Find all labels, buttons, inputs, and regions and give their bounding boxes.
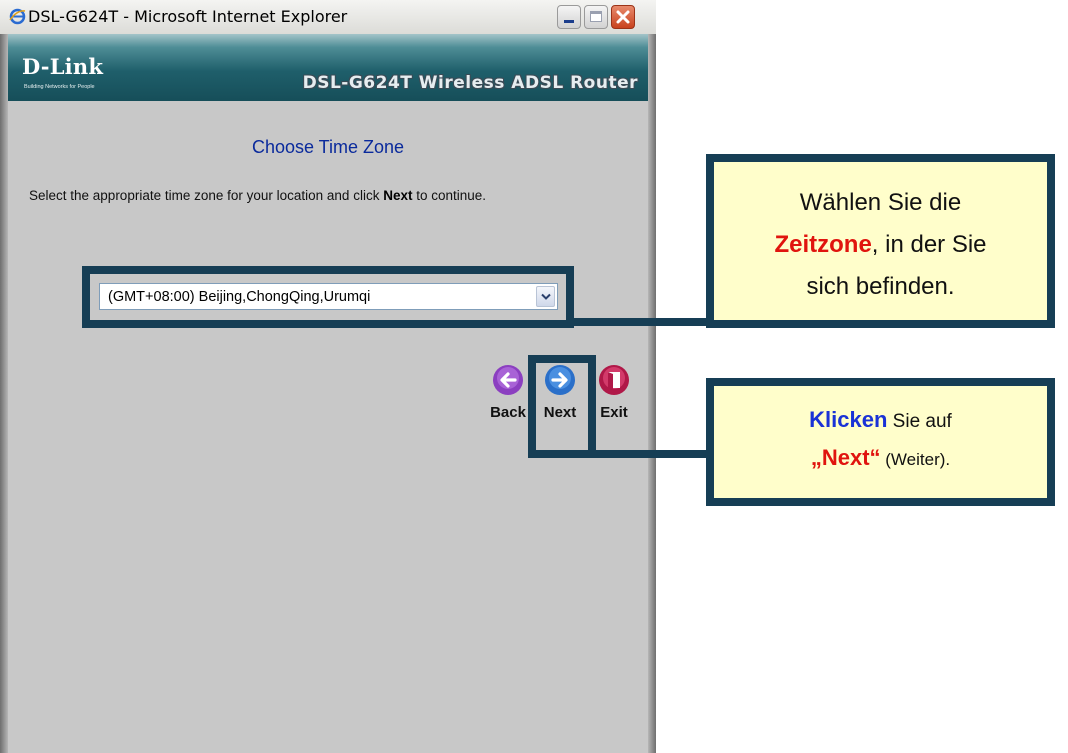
maximize-button[interactable]	[584, 5, 608, 29]
timezone-callout-line2: Zeitzone, in der Sie	[714, 224, 1047, 266]
close-icon	[616, 10, 630, 24]
ie-logo-icon	[9, 8, 26, 25]
next-callout-rest: Sie auf	[887, 411, 952, 432]
exit-label: Exit	[600, 404, 628, 421]
time-zone-highlight-box	[82, 266, 574, 328]
dlink-logo: D-Link	[22, 54, 104, 79]
title-bar[interactable]: DSL-G624T - Microsoft Internet Explorer	[0, 0, 656, 35]
timezone-callout-rest: , in der Sie	[871, 231, 987, 258]
dlink-tagline: Building Networks for People	[24, 84, 95, 90]
arrow-left-circle-icon	[493, 365, 523, 395]
instructions-after: to continue.	[412, 188, 487, 203]
exit-door-icon	[599, 365, 629, 395]
page-title: Choose Time Zone	[251, 137, 405, 157]
next-callout-paren: (Weiter).	[880, 450, 951, 469]
next-callout-bold: Klicken	[809, 407, 888, 432]
window-title: DSL-G624T - Microsoft Internet Explorer	[28, 7, 348, 26]
next-callout-quote: „Next“	[810, 445, 881, 470]
window-frame-right	[648, 34, 656, 753]
back-label: Back	[490, 404, 526, 421]
instructions-before: Select the appropriate time zone for you…	[29, 188, 384, 203]
exit-button[interactable]: Exit	[589, 364, 639, 434]
router-banner: D-Link Building Networks for People DSL-…	[8, 34, 648, 101]
instructions-bold: Next	[383, 188, 413, 203]
next-callout: Klicken Sie auf „Next“ (Weiter).	[706, 378, 1055, 506]
next-callout-line1: Klicken Sie auf	[714, 402, 1047, 440]
timezone-callout-line1: Wählen Sie die	[799, 189, 962, 216]
timezone-callout-line3: sich befinden.	[806, 273, 955, 300]
timezone-highlight: Zeitzone	[774, 231, 872, 258]
next-callout-line2: „Next“ (Weiter).	[714, 440, 1047, 478]
next-button-highlight-box	[528, 355, 596, 458]
instructions-text: Select the appropriate time zone for you…	[29, 187, 549, 205]
close-button[interactable]	[611, 5, 635, 29]
next-connector-line	[592, 450, 708, 458]
timezone-callout: Wählen Sie die Zeitzone, in der Sie sich…	[706, 154, 1055, 328]
product-name: DSL-G624T Wireless ADSL Router	[302, 73, 638, 93]
back-button[interactable]: Back	[483, 364, 533, 434]
window-frame-left	[0, 34, 8, 753]
minimize-button[interactable]	[557, 5, 581, 29]
time-zone-connector-line	[568, 318, 708, 326]
